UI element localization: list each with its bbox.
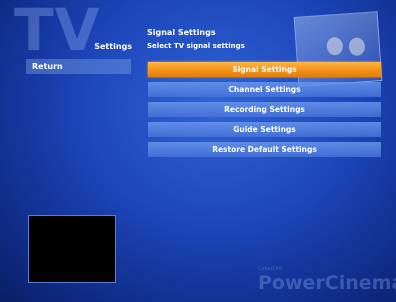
menu-item-channel-settings[interactable]: Channel Settings: [148, 82, 381, 97]
page-title: Signal Settings: [147, 28, 216, 37]
brand-logo: PowerCinema: [258, 272, 396, 294]
page-subtitle: Select TV signal settings: [147, 42, 245, 50]
menu-item-guide-settings[interactable]: Guide Settings: [148, 122, 381, 137]
tv-watermark: TV: [14, 0, 101, 64]
photo-face-icon: [348, 37, 366, 57]
menu-item-restore-default-settings[interactable]: Restore Default Settings: [148, 142, 381, 157]
return-button[interactable]: Return: [26, 59, 131, 74]
section-label: Settings: [94, 42, 132, 51]
menu-item-recording-settings[interactable]: Recording Settings: [148, 102, 381, 117]
settings-menu: Signal Settings Channel Settings Recordi…: [148, 62, 381, 162]
photo-face-icon: [326, 36, 344, 56]
menu-item-signal-settings[interactable]: Signal Settings: [148, 62, 381, 77]
app-window: TV Settings Signal Settings Select TV si…: [0, 0, 396, 302]
video-preview[interactable]: [28, 215, 116, 283]
